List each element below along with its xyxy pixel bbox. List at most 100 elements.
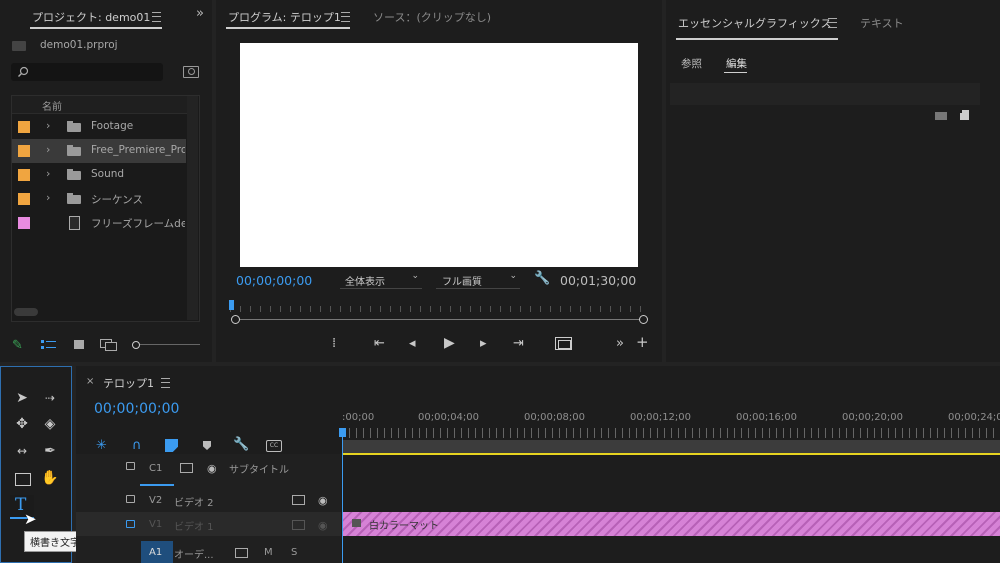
- c1-eye-icon[interactable]: ◉: [207, 462, 217, 475]
- more-controls-icon[interactable]: »: [616, 336, 624, 352]
- label-color-swatch[interactable]: [18, 121, 30, 133]
- v1-lock-icon[interactable]: [126, 520, 135, 528]
- linked-selection-icon[interactable]: [165, 439, 178, 452]
- sequence-menu-icon[interactable]: [161, 378, 170, 388]
- a1-solo-button[interactable]: S: [291, 547, 297, 558]
- track-c1-id[interactable]: C1: [149, 463, 162, 474]
- wrench-icon[interactable]: 🔧: [534, 271, 550, 286]
- list-view-icon[interactable]: [41, 340, 56, 350]
- program-menu-icon[interactable]: [341, 12, 350, 22]
- chevron-right-icon[interactable]: ›: [46, 191, 50, 204]
- list-item[interactable]: › シーケンス: [12, 187, 186, 211]
- tab-program[interactable]: プログラム: テロップ1: [228, 9, 341, 25]
- tab-sequence[interactable]: テロップ1: [103, 375, 154, 391]
- add-marker-icon[interactable]: ⁞: [332, 336, 336, 352]
- go-to-out-icon[interactable]: ⇥: [513, 336, 524, 352]
- step-back-icon[interactable]: ◂: [409, 336, 416, 352]
- find-icon[interactable]: [183, 66, 199, 78]
- freeform-view-icon[interactable]: [100, 339, 117, 351]
- timeline-settings-icon[interactable]: 🔧: [233, 437, 249, 452]
- program-video-frame[interactable]: [240, 43, 638, 267]
- v2-toggle-icon[interactable]: [292, 495, 305, 505]
- column-name-header[interactable]: 名前: [42, 98, 62, 113]
- list-item[interactable]: › Sound: [12, 163, 186, 187]
- tab-project[interactable]: プロジェクト: demo01: [32, 9, 150, 25]
- c1-lock-icon[interactable]: [126, 462, 135, 470]
- program-monitor-panel: プログラム: テロップ1 ソース：(クリップなし) 00;00;00;00 全体…: [216, 0, 662, 362]
- add-marker-icon[interactable]: [203, 441, 211, 450]
- search-input[interactable]: [33, 64, 161, 80]
- list-item[interactable]: › Footage: [12, 115, 186, 139]
- ripple-edit-tool-icon[interactable]: ✥: [11, 413, 33, 435]
- label-color-swatch[interactable]: [18, 145, 30, 157]
- track-select-tool-icon[interactable]: ⇢: [39, 387, 61, 409]
- a1-mute-button[interactable]: M: [264, 547, 273, 558]
- list-item[interactable]: › Free_Premiere_Pro: [12, 139, 186, 163]
- quality-select[interactable]: フル画質 ⌄: [436, 271, 520, 289]
- v2-lock-icon[interactable]: [126, 495, 135, 503]
- add-button-icon[interactable]: +: [636, 334, 649, 350]
- current-timecode[interactable]: 00;00;00;00: [236, 273, 312, 288]
- new-layer-icon[interactable]: [957, 108, 969, 120]
- captions-icon[interactable]: CC: [266, 440, 282, 452]
- c1-toggle-icon[interactable]: [180, 463, 193, 473]
- v1-toggle-icon[interactable]: [292, 520, 305, 530]
- project-file-name: demo01.prproj: [40, 39, 118, 51]
- zoom-bar-left-handle[interactable]: [231, 315, 240, 324]
- tab-source[interactable]: ソース：(クリップなし): [373, 9, 491, 25]
- close-icon[interactable]: ×: [86, 376, 94, 387]
- mini-timeline-ruler[interactable]: [230, 306, 644, 314]
- a1-toggle-icon[interactable]: [235, 548, 248, 558]
- subtab-edit[interactable]: 編集: [726, 56, 747, 71]
- label-color-swatch[interactable]: [18, 217, 30, 229]
- hand-tool-icon[interactable]: ✋: [39, 467, 61, 489]
- icon-view-icon[interactable]: [74, 340, 84, 349]
- selection-tool-icon[interactable]: ➤: [11, 387, 33, 409]
- v2-eye-icon[interactable]: ◉: [318, 494, 328, 507]
- zoom-bar-right-handle[interactable]: [639, 315, 648, 324]
- panel-menu-icon[interactable]: [152, 12, 161, 22]
- folder-icon: [67, 145, 81, 156]
- new-folder-icon[interactable]: [935, 112, 947, 120]
- tab-text[interactable]: テキスト: [860, 15, 904, 31]
- list-scrollbar[interactable]: [187, 96, 198, 320]
- label-color-swatch[interactable]: [18, 193, 30, 205]
- step-forward-icon[interactable]: ▸: [480, 336, 487, 352]
- playhead-marker[interactable]: [229, 300, 234, 310]
- track-v1-id[interactable]: V1: [149, 519, 162, 530]
- timeline-ruler-ticks[interactable]: [342, 428, 1000, 438]
- chevron-right-icon[interactable]: ›: [46, 167, 50, 180]
- snap-icon[interactable]: ✳: [96, 438, 107, 453]
- zoom-bar[interactable]: [234, 319, 644, 320]
- razor-tool-icon[interactable]: ◈: [39, 413, 61, 435]
- play-icon[interactable]: ▶: [444, 335, 455, 351]
- search-field[interactable]: [11, 63, 163, 81]
- timeline-timecode[interactable]: 00;00;00;00: [94, 401, 179, 417]
- rectangle-tool-icon[interactable]: [15, 473, 31, 486]
- chevron-right-icon[interactable]: ›: [46, 119, 50, 132]
- export-frame-icon[interactable]: [555, 337, 572, 350]
- list-item-label: Footage: [91, 120, 134, 132]
- slip-tool-icon[interactable]: ↔: [11, 440, 33, 462]
- go-to-in-icon[interactable]: ⇤: [374, 336, 385, 352]
- chevron-right-icon[interactable]: ›: [46, 143, 50, 156]
- list-item[interactable]: フリーズフレームde: [12, 211, 186, 235]
- zoom-slider[interactable]: [132, 341, 200, 349]
- horizontal-scrollbar[interactable]: [14, 308, 38, 316]
- tab-essential-graphics[interactable]: エッセンシャルグラフィックス: [678, 15, 831, 31]
- v1-eye-icon[interactable]: ◉: [318, 519, 328, 532]
- label-color-swatch[interactable]: [18, 169, 30, 181]
- zoom-select[interactable]: 全体表示 ⌄: [340, 271, 422, 289]
- video-clip[interactable]: 白カラーマット: [343, 512, 1000, 536]
- layers-area[interactable]: [670, 83, 980, 105]
- track-a1-id[interactable]: A1: [149, 547, 162, 558]
- timeline-playhead[interactable]: [339, 428, 346, 437]
- work-area-bar[interactable]: [342, 440, 1000, 455]
- magnet-icon[interactable]: ∩: [132, 438, 142, 453]
- essential-menu-icon[interactable]: [828, 18, 837, 28]
- pen-tool-icon[interactable]: ✒: [39, 440, 61, 462]
- pencil-icon[interactable]: ✎: [12, 338, 23, 353]
- subtab-browse[interactable]: 参照: [681, 56, 702, 71]
- track-v2-id[interactable]: V2: [149, 495, 162, 506]
- expand-panels-icon[interactable]: »: [196, 6, 204, 21]
